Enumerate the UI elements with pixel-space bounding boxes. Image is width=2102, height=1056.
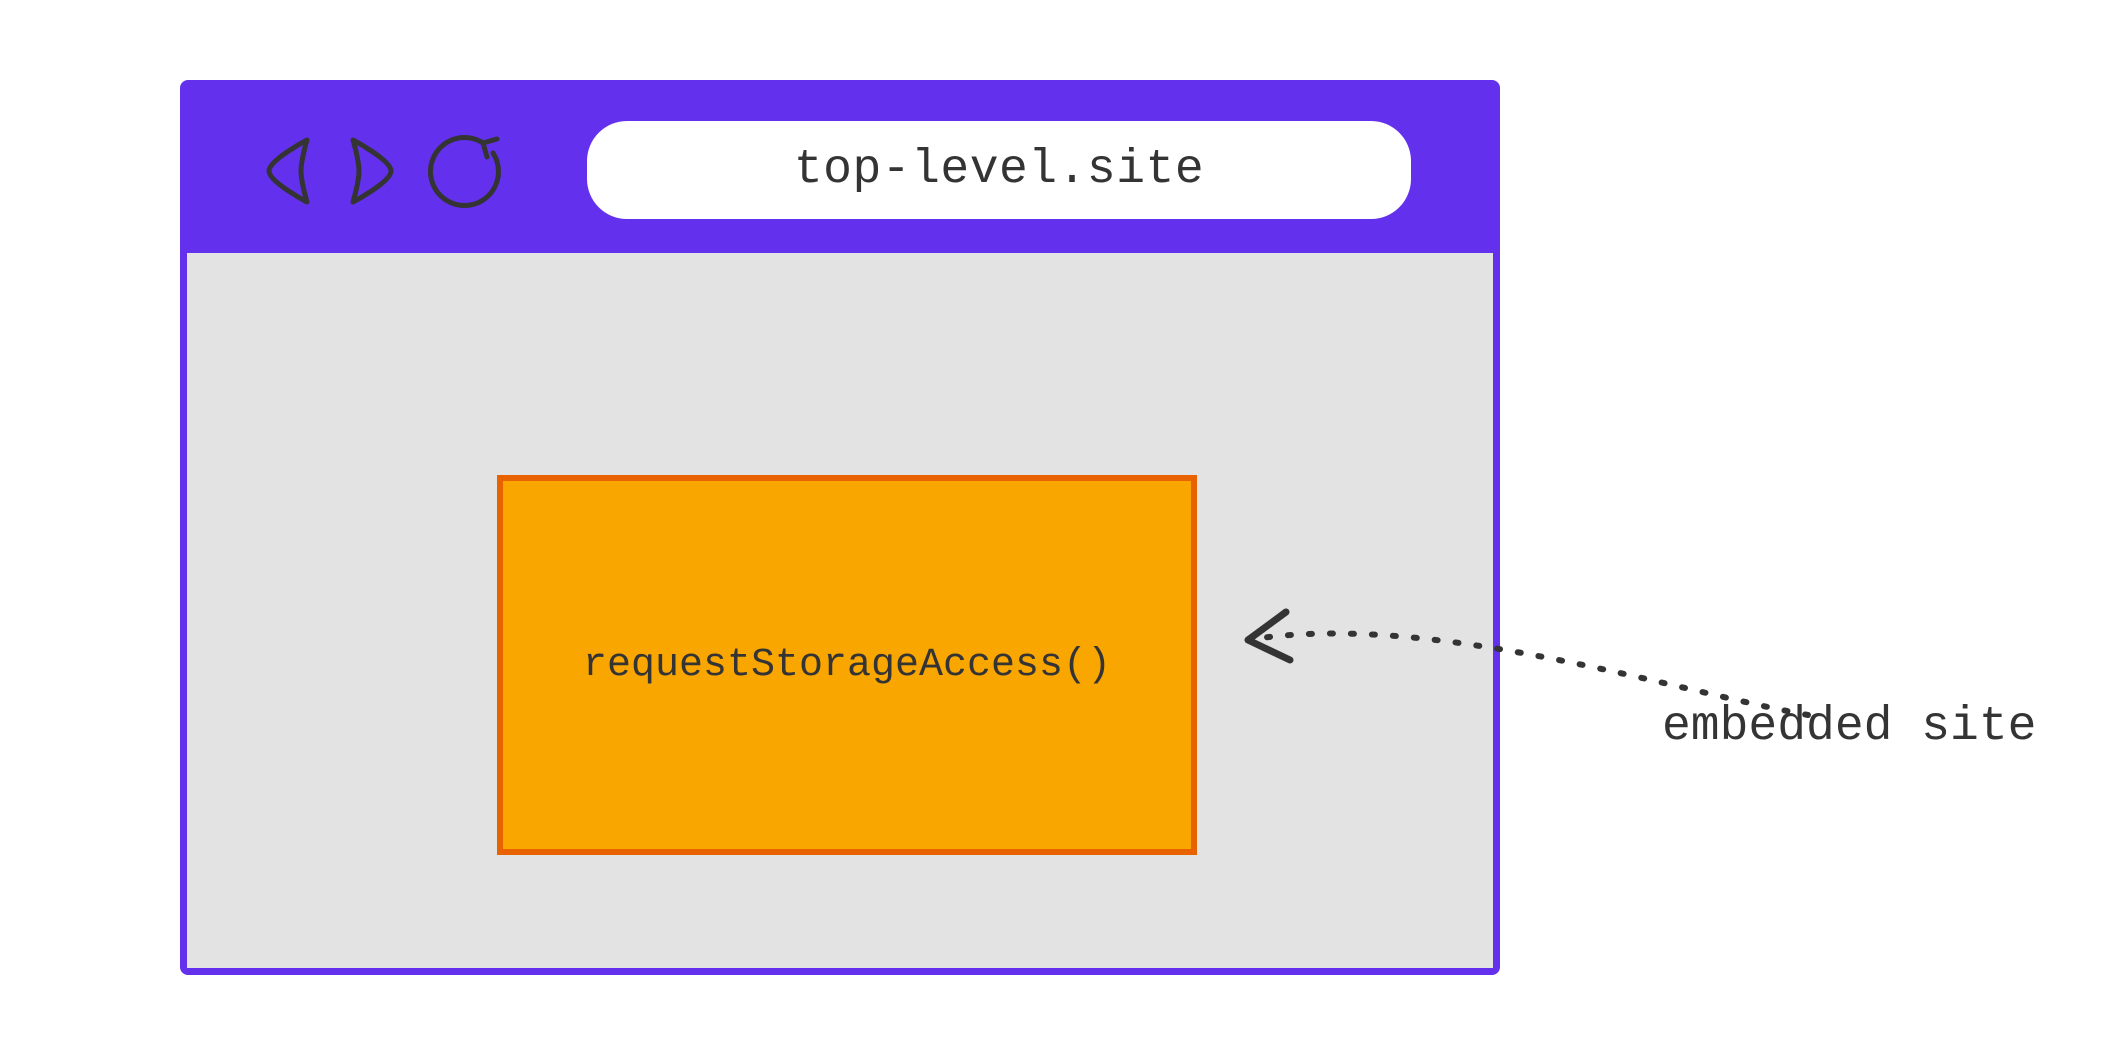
browser-toolbar: top-level.site bbox=[187, 87, 1493, 253]
back-icon bbox=[257, 132, 319, 210]
browser-viewport: requestStorageAccess() bbox=[187, 253, 1493, 968]
annotation-embedded-site-label: embedded site bbox=[1662, 700, 2036, 754]
embedded-site-code-label: requestStorageAccess() bbox=[583, 643, 1111, 688]
reload-icon bbox=[425, 129, 509, 213]
address-bar: top-level.site bbox=[587, 121, 1411, 219]
embedded-site-box: requestStorageAccess() bbox=[497, 475, 1197, 855]
browser-window: top-level.site requestStorageAccess() bbox=[180, 80, 1500, 975]
forward-icon bbox=[341, 132, 403, 210]
nav-icons bbox=[257, 129, 509, 213]
diagram-canvas: top-level.site requestStorageAccess() em… bbox=[0, 0, 2102, 1056]
address-bar-text: top-level.site bbox=[794, 143, 1204, 197]
